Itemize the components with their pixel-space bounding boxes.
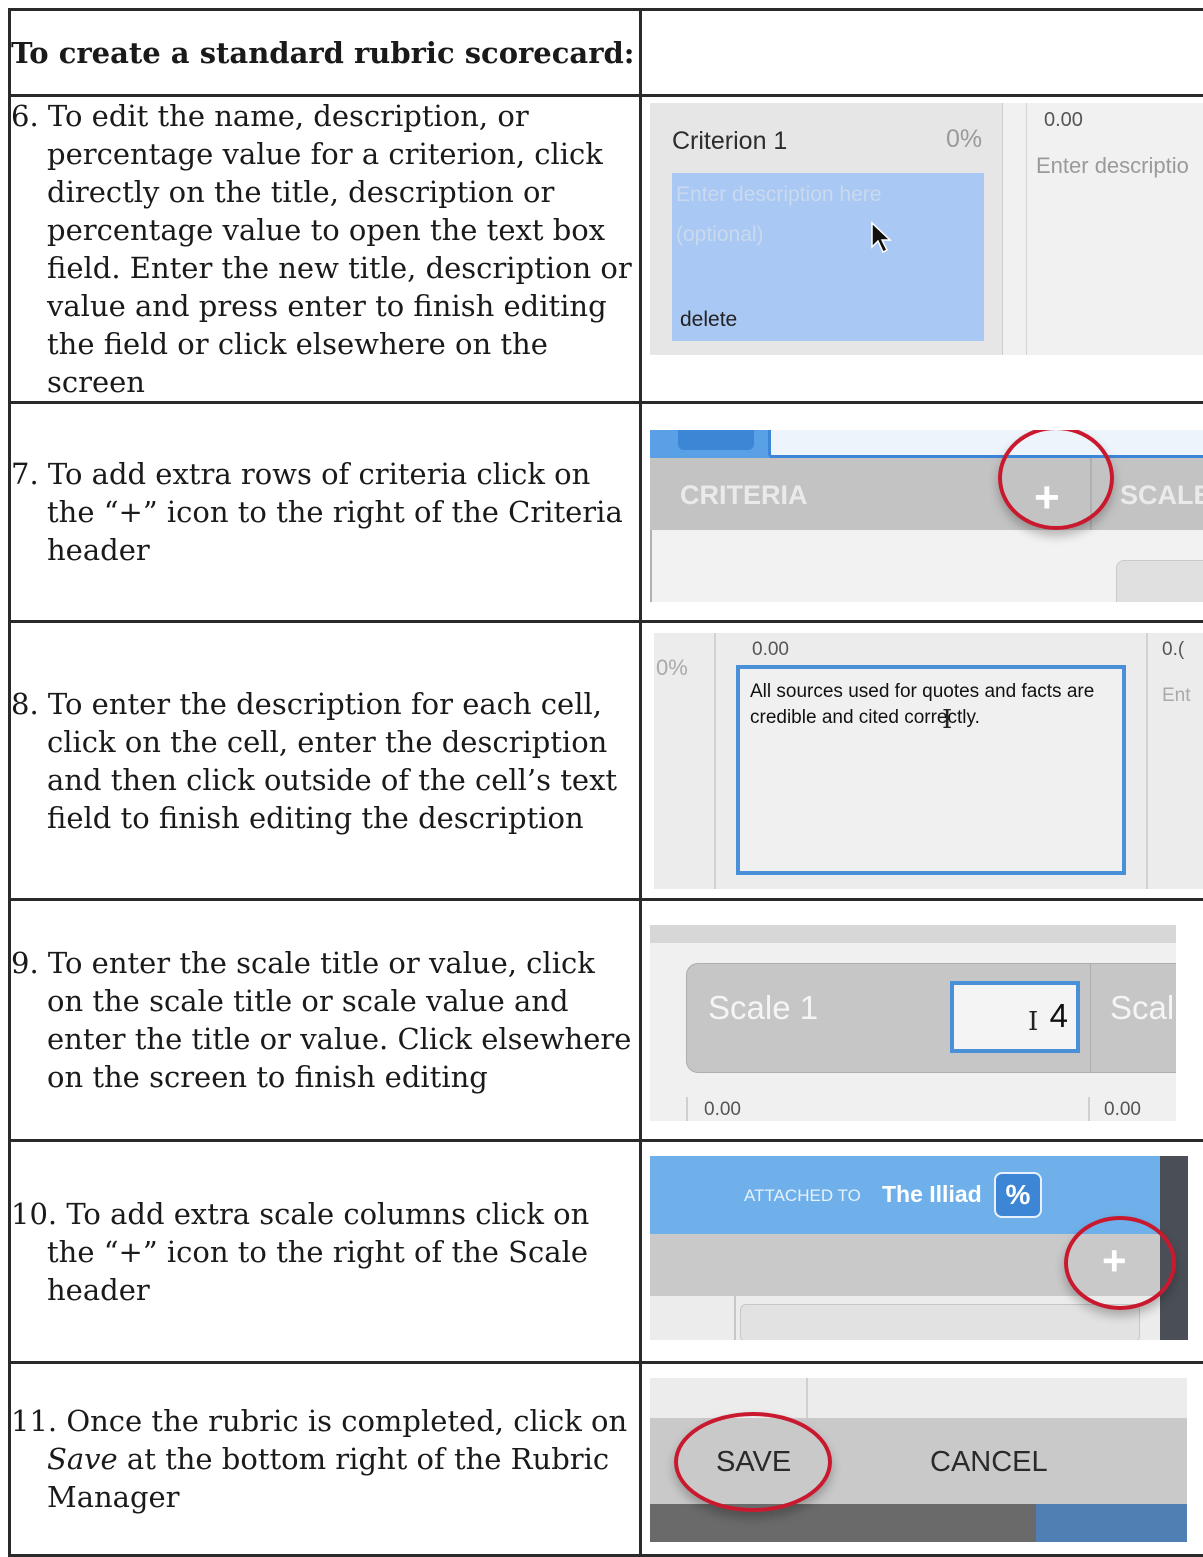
cell-description-screenshot: 0% 0.00 0.( Ent All sources used for quo…: [654, 633, 1203, 889]
step-11-text: 11. Once the rubric is completed, click …: [11, 1402, 639, 1516]
scale-header-bar: [650, 925, 1176, 943]
step-11-text-after: at the bottom right of the Rubric Manage…: [47, 1442, 609, 1514]
text-cursor-icon: I: [942, 705, 952, 735]
scale-edit-screenshot: Scale 1 4 I Scal 0.00 0.00: [650, 925, 1176, 1121]
lower-divider: [734, 1296, 736, 1340]
score-value-2: 0.00: [1104, 1099, 1141, 1121]
scale-value-input[interactable]: 4: [950, 981, 1080, 1053]
right-divider: [1146, 633, 1148, 889]
header-cell: To create a standard rubric scorecard:: [10, 10, 641, 96]
table-header-title: To create a standard rubric scorecard:: [11, 35, 639, 71]
description-placeholder-cut[interactable]: Enter descriptio: [1036, 153, 1189, 179]
left-divider: [714, 633, 716, 889]
enter-description-cut: Ent: [1162, 685, 1191, 707]
step-6-text: 6. To edit the name, description, or per…: [11, 97, 639, 401]
add-criteria-screenshot: CRITERIA + SCALE: [650, 430, 1203, 602]
scale-title-label[interactable]: Scale 1: [708, 989, 818, 1027]
step-10-cell: 10. To add extra scale columns click on …: [10, 1141, 641, 1363]
lower-button: [740, 1304, 1140, 1340]
description-placeholder-line2: (optional): [676, 223, 764, 247]
header-empty-cell: [641, 10, 1203, 96]
step-11-text-emph: Save: [47, 1442, 118, 1476]
score-divider-right: [1088, 1097, 1090, 1121]
step-9-cell: 9. To enter the scale title or value, cl…: [10, 900, 641, 1141]
criterion-title[interactable]: Criterion 1: [672, 127, 787, 156]
top-divider: [806, 1378, 808, 1418]
step-8-text: 8. To enter the description for each cel…: [11, 685, 639, 837]
step-8-cell: 8. To enter the description for each cel…: [10, 622, 641, 900]
scale-header-label: SCALE: [1120, 480, 1203, 511]
criterion-percent[interactable]: 0%: [946, 125, 982, 154]
description-placeholder-line1: Enter description here: [676, 183, 881, 207]
instructions-table: To create a standard rubric scorecard: 6…: [8, 8, 1203, 1557]
step-9-screenshot-cell: Scale 1 4 I Scal 0.00 0.00: [641, 900, 1203, 1141]
step-11-text-before: 11. Once the rubric is completed, click …: [11, 1404, 627, 1438]
lower-divider: [650, 530, 652, 602]
toolbar-button[interactable]: [678, 430, 754, 450]
percent-toggle-icon[interactable]: %: [994, 1172, 1042, 1218]
step-6-cell: 6. To edit the name, description, or per…: [10, 96, 641, 403]
percent-value: 0%: [656, 655, 688, 681]
step-7-cell: 7. To add extra rows of criteria click o…: [10, 403, 641, 622]
step-11-screenshot-cell: SAVE CANCEL: [641, 1363, 1203, 1556]
step-6-screenshot-cell: Criterion 1 0% Enter description here (o…: [641, 96, 1203, 403]
score-value-2: 0.(: [1162, 639, 1184, 661]
score-value-1: 0.00: [752, 639, 789, 661]
lower-button: [1116, 560, 1203, 602]
step-10-text: 10. To add extra scale columns click on …: [11, 1195, 639, 1309]
criteria-header-label: CRITERIA: [680, 480, 808, 511]
bottom-blue-area: [1036, 1504, 1187, 1542]
step-7-screenshot-cell: CRITERIA + SCALE: [641, 403, 1203, 622]
step-9-text: 9. To enter the scale title or value, cl…: [11, 944, 639, 1096]
cell-divider: [1026, 103, 1027, 355]
cell-description-textarea[interactable]: All sources used for quotes and facts ar…: [736, 665, 1126, 875]
step-10-screenshot-cell: ATTACHED TO The Illiad % +: [641, 1141, 1203, 1363]
scale-value: 4: [1050, 997, 1068, 1035]
attached-name[interactable]: The Illiad: [882, 1181, 982, 1208]
criterion-edit-screenshot: Criterion 1 0% Enter description here (o…: [650, 103, 1203, 355]
cancel-button[interactable]: CANCEL: [930, 1446, 1048, 1479]
scale-title-cut: Scal: [1110, 989, 1174, 1027]
cell-description-text: All sources used for quotes and facts ar…: [750, 679, 1116, 731]
step-7-text: 7. To add extra rows of criteria click o…: [11, 455, 639, 569]
text-cursor-icon: I: [1028, 1007, 1038, 1037]
delete-link[interactable]: delete: [680, 308, 737, 332]
score-value: 0.00: [1044, 109, 1083, 132]
mouse-pointer-icon: [870, 221, 894, 260]
highlight-circle: [998, 430, 1114, 530]
score-divider-left: [686, 1097, 688, 1121]
save-cancel-screenshot: SAVE CANCEL: [650, 1378, 1187, 1542]
toolbar-field[interactable]: [768, 430, 1203, 458]
add-scale-screenshot: ATTACHED TO The Illiad % +: [650, 1156, 1188, 1340]
highlight-circle: [674, 1412, 832, 1512]
attached-prefix: ATTACHED TO: [744, 1186, 861, 1206]
highlight-circle: [1064, 1216, 1176, 1310]
step-8-screenshot-cell: 0% 0.00 0.( Ent All sources used for quo…: [641, 622, 1203, 900]
score-value-1: 0.00: [704, 1099, 741, 1121]
step-11-cell: 11. Once the rubric is completed, click …: [10, 1363, 641, 1556]
